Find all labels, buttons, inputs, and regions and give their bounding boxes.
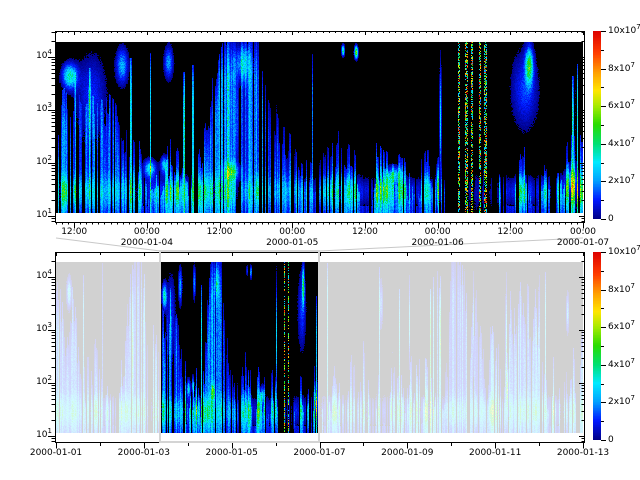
y-tick-label: 104 [22, 51, 52, 61]
x-tick-label-time: 12:00 [207, 227, 233, 237]
colorbar-tick-label: 0 [608, 214, 614, 224]
colorbar-tick-label: 0 [608, 435, 614, 445]
colorbar-tick-label: 10x107 [608, 247, 640, 257]
x-tick-label-date: 2000-01-06 [411, 238, 463, 248]
detail-colorbar [593, 31, 601, 219]
colorbar-tick-label: 2x107 [608, 397, 635, 407]
y-tick-label: 103 [22, 324, 52, 334]
y-tick-label: 101 [22, 430, 52, 440]
x-tick-label-time: 12:00 [497, 227, 523, 237]
selection-box[interactable] [159, 250, 320, 443]
detail-spectrogram-canvas[interactable] [56, 42, 583, 213]
x-tick-label-time: 00:00 [134, 227, 160, 237]
x-tick-label-date: 2000-01-05 [266, 238, 318, 248]
x-tick-label-date: 2000-01-11 [469, 448, 521, 458]
x-tick-label-date: 2000-01-05 [206, 448, 258, 458]
colorbar-tick-label: 6x107 [608, 101, 635, 111]
x-tick-label-date: 2000-01-13 [557, 448, 609, 458]
y-tick-label: 104 [22, 271, 52, 281]
overview-colorbar [593, 252, 601, 440]
y-tick-label: 101 [22, 210, 52, 220]
colorbar-tick-label: 8x107 [608, 64, 635, 74]
y-tick-label: 103 [22, 104, 52, 114]
spectrogram-figure: 12:0000:002000-01-0412:0000:002000-01-05… [0, 0, 640, 480]
colorbar-tick-label: 8x107 [608, 285, 635, 295]
x-tick-label-time: 00:00 [425, 227, 451, 237]
colorbar-tick-label: 4x107 [608, 139, 635, 149]
x-tick-label-date: 2000-01-01 [30, 448, 82, 458]
colorbar-tick-label: 2x107 [608, 176, 635, 186]
x-tick-label-date: 2000-01-07 [557, 238, 609, 248]
colorbar-tick-label: 6x107 [608, 322, 635, 332]
x-tick-label-time: 00:00 [279, 227, 305, 237]
x-tick-label-time: 00:00 [570, 227, 596, 237]
y-tick-label: 102 [22, 157, 52, 167]
colorbar-tick-label: 4x107 [608, 360, 635, 370]
colorbar-tick-label: 10x107 [608, 26, 640, 36]
x-tick-label-date: 2000-01-04 [121, 238, 173, 248]
x-tick-label-date: 2000-01-03 [118, 448, 170, 458]
y-tick-label: 102 [22, 377, 52, 387]
x-tick-label-time: 12:00 [61, 227, 87, 237]
x-tick-label-date: 2000-01-09 [381, 448, 433, 458]
x-tick-label-date: 2000-01-07 [293, 448, 345, 458]
x-tick-label-time: 12:00 [352, 227, 378, 237]
